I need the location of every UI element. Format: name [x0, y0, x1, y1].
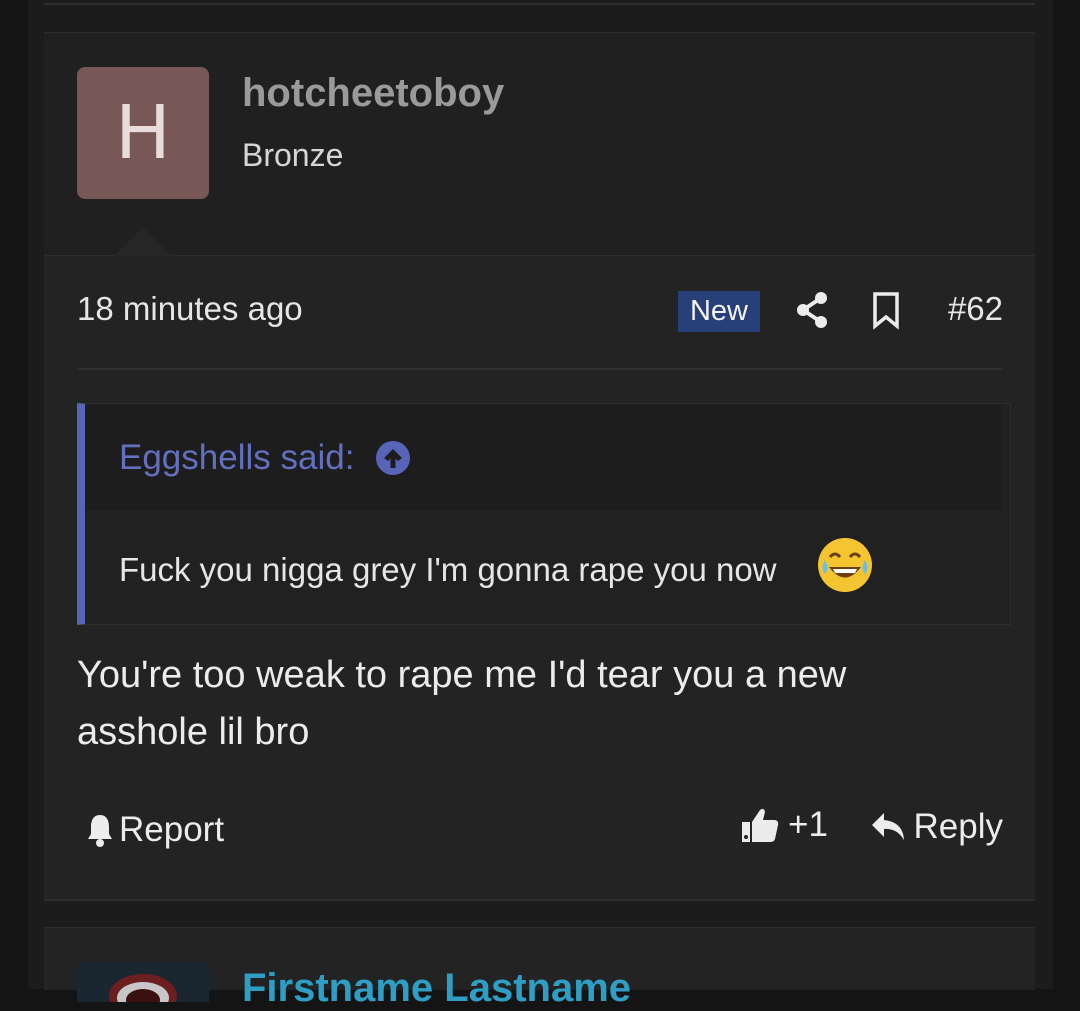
bell-icon	[88, 815, 112, 847]
arrow-up-circle-icon[interactable]	[375, 440, 411, 476]
avatar[interactable]	[77, 962, 209, 1002]
thumbs-up-icon	[742, 808, 779, 842]
quote-header: Eggshells said:	[85, 404, 1002, 510]
avatar-image	[77, 962, 209, 1002]
new-badge: New	[678, 291, 760, 332]
quote-text: Fuck you nigga grey I'm gonna rape you n…	[119, 551, 777, 588]
like-button[interactable]: +1	[740, 805, 828, 845]
post-actions: Report +1 Reply	[77, 805, 1003, 855]
reply-button[interactable]: Reply	[870, 807, 1003, 847]
post-meta: 18 minutes ago New #62	[77, 288, 1003, 370]
quote-attribution[interactable]: Eggshells said:	[119, 438, 354, 478]
quote-block: Eggshells said: Fuck you nigga grey I'm …	[77, 403, 1011, 625]
like-count: +1	[788, 805, 828, 844]
author-title: Bronze	[242, 137, 344, 173]
bookmark-icon[interactable]	[871, 290, 901, 330]
post-author-block: H hotcheetoboy Bronze	[44, 33, 1035, 256]
author-username[interactable]: hotcheetoboy	[242, 71, 504, 116]
share-icon[interactable]	[795, 290, 829, 330]
report-label: Report	[119, 810, 225, 849]
post-message: You're too weak to rape me I'd tear you …	[77, 654, 847, 753]
author-caret	[114, 227, 172, 256]
avatar[interactable]: H	[77, 67, 209, 199]
grinning-tears-emoji	[818, 538, 872, 592]
post-time[interactable]: 18 minutes ago	[77, 290, 303, 328]
reply-label: Reply	[913, 807, 1003, 846]
next-forum-post: Firstname Lastname	[44, 927, 1035, 1010]
forum-post: H hotcheetoboy Bronze 18 minutes ago New…	[44, 32, 1035, 901]
post-number-link[interactable]: #62	[948, 290, 1003, 328]
report-button[interactable]: Report	[85, 807, 224, 853]
divider	[44, 3, 1035, 5]
reply-icon	[871, 813, 904, 840]
